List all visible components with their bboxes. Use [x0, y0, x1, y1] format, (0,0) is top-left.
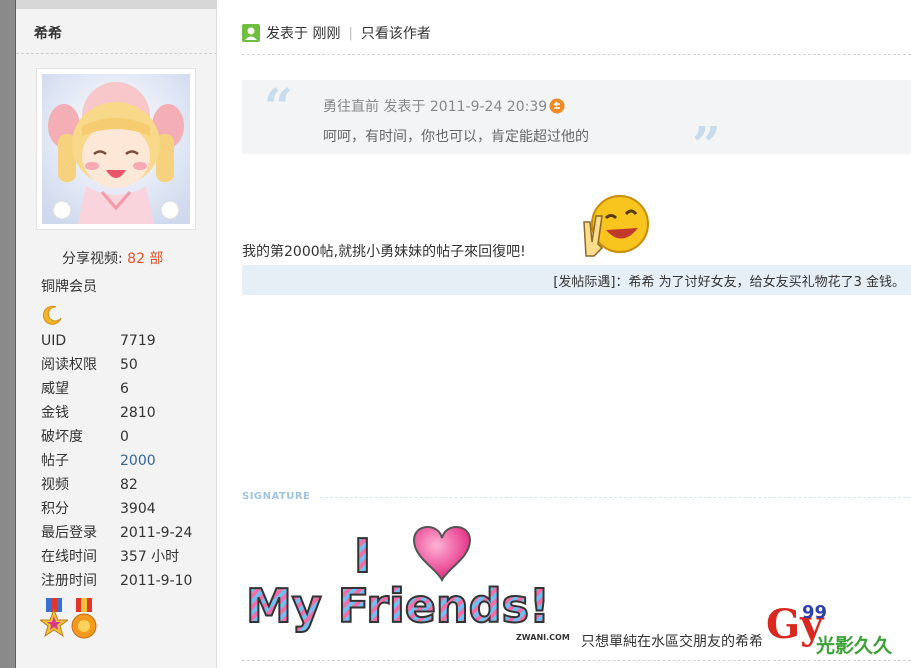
stat-key: UID [41, 333, 67, 349]
stat-key: 最后登录 [41, 525, 97, 541]
moon-rank-icon [42, 305, 62, 325]
site-watermark-logo: Gy 99 光影久久 [766, 601, 893, 657]
quote-text: 呵呵，有时间，你也可以，肯定能超过他的 [323, 129, 589, 145]
sun-medal-icon[interactable] [70, 598, 98, 640]
quote-meta: 勇往直前 发表于 2011-9-24 20:39 [323, 96, 565, 116]
stat-value: 3904 [120, 501, 156, 517]
sig-i-letter: I [354, 529, 371, 583]
posts-count-link[interactable]: 2000 [120, 452, 156, 476]
reward-bar: [发帖际遇]：希希 为了讨好女友，给女友买礼物花了3 金钱。 [242, 265, 911, 295]
jump-to-post-icon[interactable] [549, 98, 565, 114]
author-stats: UID 7719 阅读权限 50 威望 6 金钱 2810 破坏度 0 帖子 2000 视频… [41, 332, 211, 596]
share-video-count[interactable]: 82 部 [127, 251, 163, 267]
stat-value: 6 [120, 381, 129, 397]
stat-key: 视频 [41, 477, 69, 493]
avatar-image [42, 74, 190, 224]
author-sidebar: 希希 分享视频: 82 部 铜牌会员 UID 7719 阅读权限 50 威望 6… [16, 0, 217, 668]
stat-value: 50 [120, 357, 138, 373]
quote-open-mark: “ [264, 77, 293, 136]
stat-value: 2810 [120, 405, 156, 421]
stat-value: 7719 [120, 333, 156, 349]
watermark-text: 光影久久 [815, 634, 893, 657]
stat-value: 2011-9-10 [120, 573, 193, 589]
post-header: 发表于 刚刚 | 只看该作者 [242, 22, 431, 44]
quote-author-time: 勇往直前 发表于 2011-9-24 20:39 [323, 99, 548, 115]
stat-row-destruction: 破坏度 0 [41, 428, 211, 452]
stat-value: 82 [120, 477, 138, 493]
stat-row-read-permission: 阅读权限 50 [41, 356, 211, 380]
stat-key: 破坏度 [41, 429, 83, 445]
stat-row-videos: 视频 82 [41, 476, 211, 500]
only-author-link[interactable]: 只看该作者 [361, 23, 431, 43]
header-divider [242, 54, 911, 55]
stat-row-prestige: 威望 6 [41, 380, 211, 404]
avatar[interactable] [36, 68, 196, 230]
header-separator: | [348, 25, 353, 41]
stat-key: 威望 [41, 381, 69, 397]
signature-label: SIGNATURE [242, 491, 311, 502]
sig-credit: ZWANI.COM [516, 633, 570, 642]
stat-value: 2011-9-24 [120, 525, 193, 541]
stat-row-points: 积分 3904 [41, 500, 211, 524]
victory-smiley-icon [583, 195, 649, 257]
sig-my-friends: My Friends! [246, 579, 550, 633]
signature-text: 只想單純在水區交朋友的希希 [581, 634, 763, 650]
stat-key: 帖子 [41, 453, 69, 469]
stat-key: 积分 [41, 501, 69, 517]
watermark-number: 99 [802, 602, 827, 623]
star-medal-icon[interactable] [40, 598, 68, 640]
stat-key: 在线时间 [41, 549, 97, 565]
stat-row-money: 金钱 2810 [41, 404, 211, 428]
stat-row-last-login: 最后登录 2011-9-24 [41, 524, 211, 548]
share-video-label: 分享视频: [62, 251, 123, 267]
post-message: 我的第2000帖,就挑小勇妹妹的帖子來回復吧! [242, 244, 526, 260]
stat-key: 注册时间 [41, 573, 97, 589]
i-love-my-friends-image: I My Friends! ZWANI.COM [245, 526, 570, 642]
author-username[interactable]: 希希 [34, 23, 62, 43]
window-frame-left [0, 0, 16, 668]
sidebar-top-bar [16, 0, 217, 9]
quote-close-mark: ” [692, 115, 721, 174]
sidebar-divider [16, 53, 217, 54]
stat-key: 金钱 [41, 405, 69, 421]
medals [40, 598, 98, 640]
share-video-stat: 分享视频: 82 部 [62, 248, 163, 268]
stat-value: 0 [120, 429, 129, 445]
stat-row-posts: 帖子 2000 [41, 452, 211, 476]
post-bottom-divider [242, 660, 911, 661]
online-user-icon [242, 24, 260, 42]
stat-row-register-time: 注册时间 2011-9-10 [41, 572, 211, 596]
signature-divider [320, 497, 911, 498]
reward-message: [发帖际遇]：希希 为了讨好女友，给女友买礼物花了3 金钱。 [553, 275, 905, 290]
stat-row-online-time: 在线时间 357 小时 [41, 548, 211, 572]
member-rank: 铜牌会员 [41, 279, 97, 295]
stat-key: 阅读权限 [41, 357, 97, 373]
stat-value: 357 小时 [120, 549, 180, 565]
stat-row-uid: UID 7719 [41, 332, 211, 356]
quote-block: “ 勇往直前 发表于 2011-9-24 20:39 呵呵，有时间，你也可以，肯… [242, 77, 911, 170]
post-time: 发表于 刚刚 [266, 26, 341, 42]
